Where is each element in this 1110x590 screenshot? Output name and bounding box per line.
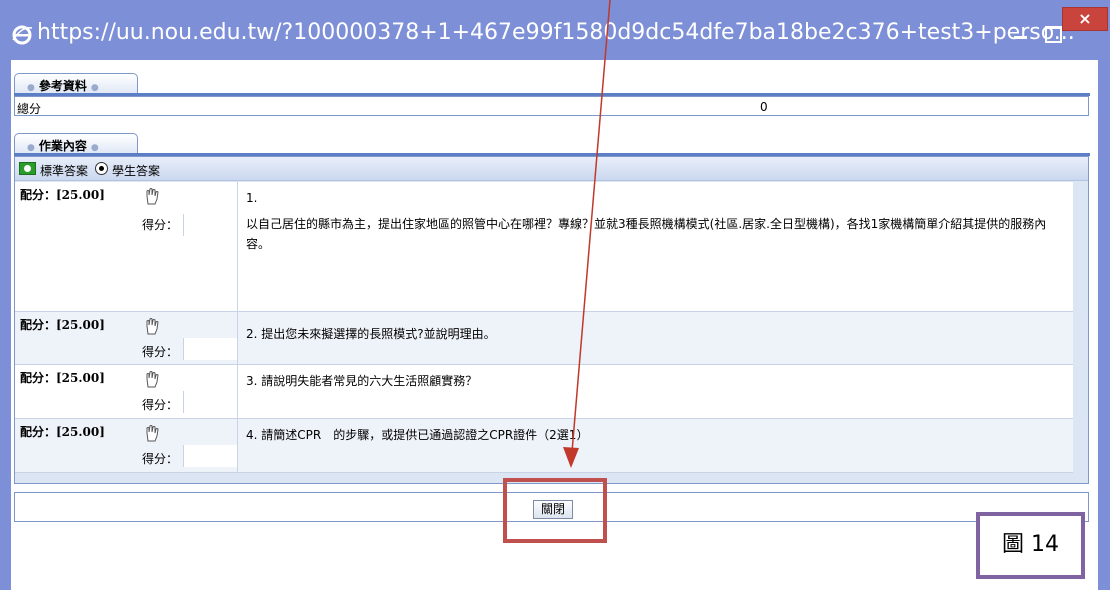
ie-icon	[12, 25, 33, 45]
question-text: 1. 以自己居住的縣市為主，提出住家地區的照管中心在哪裡？專線？並就3種長照機構…	[246, 191, 1047, 251]
figure-label: 圖 14	[976, 512, 1085, 579]
question-points: 配分：[25.00]	[20, 425, 105, 439]
score-input[interactable]	[183, 445, 237, 467]
hand-icon[interactable]	[144, 187, 160, 205]
score-input[interactable]	[183, 391, 237, 413]
column-divider	[237, 182, 238, 312]
question-points: 配分：[25.00]	[20, 188, 105, 202]
close-icon: ×	[1078, 9, 1092, 28]
highlight-box	[503, 478, 607, 543]
tab-reference[interactable]: ● 參考資料 ●	[14, 73, 138, 94]
tab-homework-label: 作業內容	[38, 139, 87, 153]
title-bar: https://uu.nou.edu.tw/?100000378+1+467e9…	[0, 0, 1110, 60]
score-got-label: 得分：	[142, 345, 179, 359]
total-score-label: 總分	[17, 102, 42, 116]
question-text: 4. 請簡述CPR 的步驟，或提供已通過認證之CPR證件（2選1）	[246, 428, 589, 442]
standard-answer-label[interactable]: 標準答案	[40, 162, 88, 179]
total-score-row: 總分 0	[14, 96, 1089, 116]
score-input[interactable]	[183, 338, 237, 360]
tab-homework[interactable]: ● 作業內容 ●	[14, 133, 138, 154]
question-points: 配分：[25.00]	[20, 318, 105, 332]
homework-panel: 標準答案 學生答案 配分：[25.00] 得分： 1. 以自己居住的縣市為主，提…	[14, 156, 1089, 484]
minimize-button[interactable]	[1006, 24, 1034, 48]
total-score-value: 0	[760, 100, 768, 114]
column-divider	[237, 419, 238, 473]
answer-toggle-bar: 標準答案 學生答案	[15, 157, 1088, 181]
tab-reference-label: 參考資料	[38, 79, 87, 93]
question-row: 配分：[25.00] 得分： 3. 請說明失能者常見的六大生活照顧實務？	[15, 365, 1073, 419]
score-got-label: 得分：	[142, 218, 179, 232]
question-row: 配分：[25.00] 得分： 2. 提出您未來擬選擇的長照模式?並說明理由。	[15, 312, 1073, 365]
column-divider	[237, 365, 238, 419]
score-got-label: 得分：	[142, 452, 179, 466]
window-title: https://uu.nou.edu.tw/?100000378+1+467e9…	[37, 20, 1075, 45]
score-input[interactable]	[183, 214, 237, 236]
hand-icon[interactable]	[144, 317, 160, 335]
hand-icon[interactable]	[144, 370, 160, 388]
student-answer-radio[interactable]	[95, 162, 108, 175]
score-got-label: 得分：	[142, 398, 179, 412]
question-text: 3. 請說明失能者常見的六大生活照顧實務？	[246, 374, 478, 388]
question-row: 配分：[25.00] 得分： 4. 請簡述CPR 的步驟，或提供已通過認證之CP…	[15, 419, 1073, 473]
column-divider	[237, 312, 238, 365]
question-points: 配分：[25.00]	[20, 371, 105, 385]
standard-answer-icon[interactable]	[19, 162, 36, 175]
close-window-button[interactable]: ×	[1062, 7, 1108, 31]
hand-icon[interactable]	[144, 424, 160, 442]
question-row: 配分：[25.00] 得分： 1. 以自己居住的縣市為主，提出住家地區的照管中心…	[15, 182, 1073, 312]
student-answer-label[interactable]: 學生答案	[112, 162, 160, 179]
question-text: 2. 提出您未來擬選擇的長照模式?並說明理由。	[246, 327, 496, 341]
